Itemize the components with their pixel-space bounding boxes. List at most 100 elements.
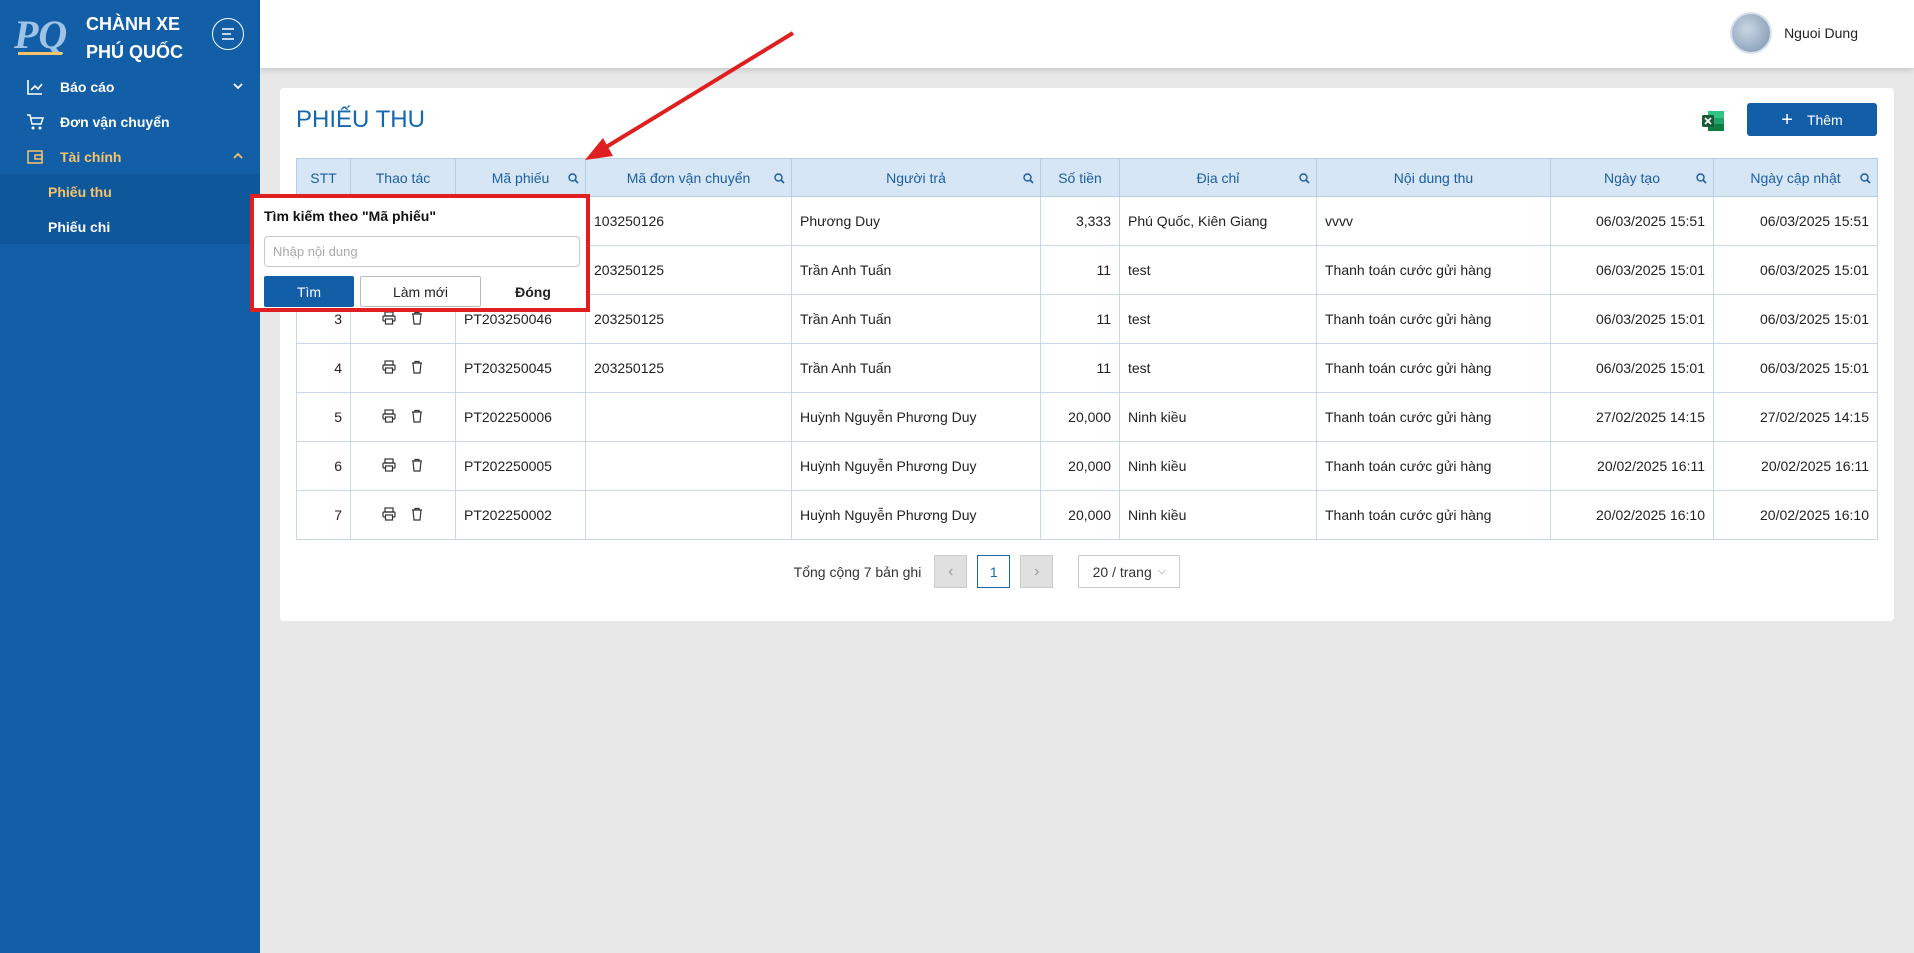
- table-cell: 20/02/2025 16:11: [1550, 441, 1714, 491]
- sidebar-item-don-van-chuyen[interactable]: Đơn vận chuyển: [0, 104, 260, 139]
- table-cell: vvvv: [1316, 196, 1551, 246]
- brand-line-2: PHÚ QUỐC: [86, 42, 184, 62]
- table-cell: 20,000: [1040, 392, 1120, 442]
- search-popup: Tìm kiếm theo "Mã phiếu" Tìm Làm mới Đón…: [250, 194, 590, 312]
- table-cell: [585, 392, 792, 442]
- sidebar-item-label: Báo cáo: [60, 78, 115, 95]
- logo: PQ: [14, 12, 67, 57]
- search-icon[interactable]: [1023, 171, 1034, 187]
- chart-line-icon: [26, 78, 44, 96]
- table-cell: Huỳnh Nguyễn Phương Duy: [791, 490, 1041, 540]
- reset-button[interactable]: Làm mới: [360, 276, 481, 307]
- chevron-down-icon: ⌵: [1157, 565, 1167, 577]
- menu-toggle-button[interactable]: [212, 18, 244, 50]
- print-icon[interactable]: [382, 359, 396, 374]
- column-header-ngay-cap-nhat: Ngày cập nhật: [1713, 158, 1878, 197]
- table-cell: 3,333: [1040, 196, 1120, 246]
- avatar: [1730, 12, 1773, 54]
- table-cell: 6: [296, 441, 351, 491]
- menu-icon: [222, 28, 234, 40]
- search-icon[interactable]: [1860, 171, 1871, 187]
- print-icon[interactable]: [382, 310, 396, 325]
- sidebar-item-phieu-chi[interactable]: Phiếu chi: [0, 209, 260, 244]
- export-excel-button[interactable]: [1700, 108, 1726, 134]
- chevron-left-icon: ‹: [948, 562, 954, 580]
- wallet-icon: [26, 148, 44, 166]
- trash-icon[interactable]: [410, 507, 424, 521]
- column-header: STT: [296, 158, 351, 197]
- close-button[interactable]: Đóng: [488, 276, 578, 307]
- print-icon[interactable]: [382, 457, 396, 472]
- table-cell: 20/02/2025 16:10: [1550, 490, 1714, 540]
- table-cell: 103250126: [585, 196, 792, 246]
- chevron-up-icon: [232, 149, 244, 165]
- search-icon[interactable]: [1299, 171, 1310, 187]
- table-cell: Ninh kiều: [1119, 392, 1317, 442]
- table-cell: [350, 343, 456, 393]
- table-cell: [585, 441, 792, 491]
- column-header-dia-chi: Địa chỉ: [1119, 158, 1317, 197]
- table-cell: PT202250002: [455, 490, 586, 540]
- search-icon[interactable]: [1696, 171, 1707, 187]
- table-cell: Trần Anh Tuấn: [791, 343, 1041, 393]
- sidebar-item-tai-chinh[interactable]: Tài chính: [0, 139, 260, 174]
- search-input[interactable]: [264, 236, 580, 267]
- add-button[interactable]: + Thêm: [1747, 103, 1877, 136]
- table-cell: PT203250045: [455, 343, 586, 393]
- table-cell: [350, 441, 456, 491]
- column-header-label: Ngày tạo: [1603, 169, 1661, 186]
- sidebar-nav: Báo cáo Đơn vận chuyển Tài chính Phiếu t…: [0, 69, 260, 244]
- table-cell: test: [1119, 294, 1317, 344]
- table-cell: Phú Quốc, Kiên Giang: [1119, 196, 1317, 246]
- table-cell: 203250125: [585, 294, 792, 344]
- table-cell: 20/02/2025 16:11: [1713, 441, 1878, 491]
- search-icon[interactable]: [774, 171, 785, 187]
- print-icon[interactable]: [382, 506, 396, 521]
- page-size-select[interactable]: 20 / trang ⌵: [1078, 555, 1181, 588]
- sidebar-item-bao-cao[interactable]: Báo cáo: [0, 69, 260, 104]
- table-cell: Thanh toán cước gửi hàng: [1316, 245, 1551, 295]
- user-name: Nguoi Dung: [1784, 25, 1858, 41]
- trash-icon[interactable]: [410, 360, 424, 374]
- table-cell: 06/03/2025 15:01: [1713, 245, 1878, 295]
- table-cell: 203250125: [585, 343, 792, 393]
- table-cell: PT202250005: [455, 441, 586, 491]
- top-header: Nguoi Dung: [260, 0, 1914, 68]
- add-button-label: Thêm: [1806, 111, 1843, 128]
- trash-icon[interactable]: [410, 458, 424, 472]
- excel-icon: [1702, 111, 1724, 131]
- trash-icon[interactable]: [410, 311, 424, 325]
- table-cell: Phương Duy: [791, 196, 1041, 246]
- column-header-label: Ngày cập nhật: [1750, 169, 1841, 186]
- print-icon[interactable]: [382, 408, 396, 423]
- table-cell: [350, 490, 456, 540]
- table-cell: 20,000: [1040, 490, 1120, 540]
- table-cell: 06/03/2025 15:01: [1713, 294, 1878, 344]
- trash-icon[interactable]: [410, 409, 424, 423]
- page-number-button[interactable]: 1: [977, 555, 1011, 588]
- next-page-button[interactable]: ›: [1020, 555, 1054, 588]
- table-cell: 20,000: [1040, 441, 1120, 491]
- prev-page-button[interactable]: ‹: [934, 555, 968, 588]
- table-cell: Thanh toán cước gửi hàng: [1316, 294, 1551, 344]
- sidebar-item-phieu-thu[interactable]: Phiếu thu: [0, 174, 260, 209]
- table-cell: test: [1119, 245, 1317, 295]
- user-menu[interactable]: Nguoi Dung: [1730, 12, 1858, 54]
- column-header-ma-phieu: Mã phiếu: [455, 158, 586, 197]
- search-icon[interactable]: [568, 171, 579, 187]
- column-header: Nội dung thu: [1316, 158, 1551, 197]
- table-cell: Thanh toán cước gửi hàng: [1316, 490, 1551, 540]
- svg-text:PQ: PQ: [14, 12, 67, 57]
- chevron-right-icon: ›: [1034, 562, 1040, 580]
- find-button[interactable]: Tìm: [264, 276, 354, 307]
- table-cell: 5: [296, 392, 351, 442]
- column-header-label: Địa chỉ: [1196, 169, 1240, 186]
- brand-line-1: CHÀNH XE: [86, 14, 181, 34]
- chevron-down-icon: [232, 79, 244, 95]
- table-cell: 4: [296, 343, 351, 393]
- table-cell: 11: [1040, 294, 1120, 344]
- table-cell: 06/03/2025 15:51: [1550, 196, 1714, 246]
- page-title: PHIẾU THU: [296, 106, 425, 133]
- table-cell: 11: [1040, 245, 1120, 295]
- pagination-total: Tổng cộng 7 bản ghi: [793, 563, 922, 580]
